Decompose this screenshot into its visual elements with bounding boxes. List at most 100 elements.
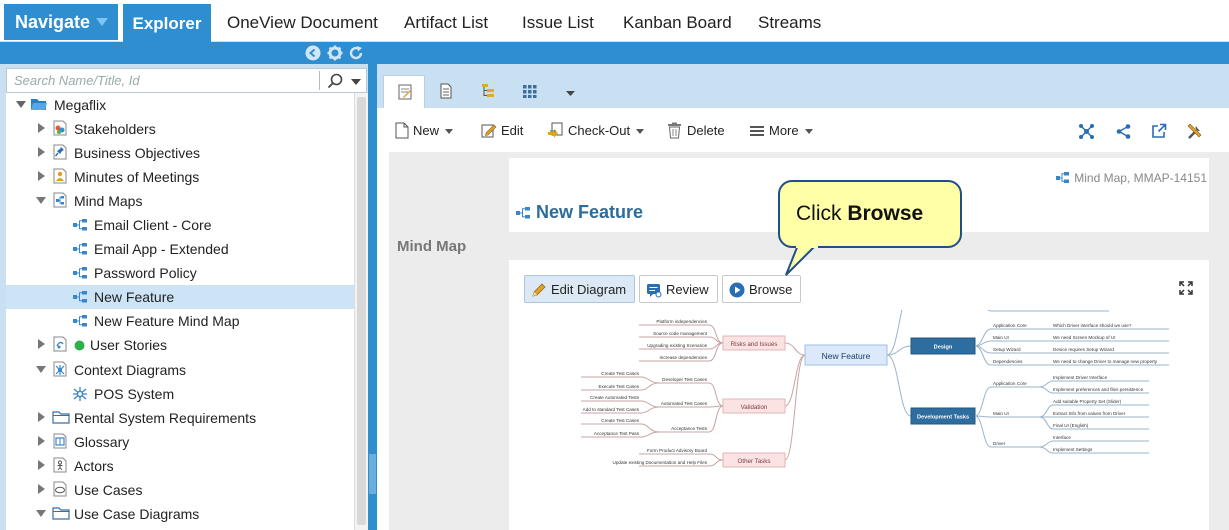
artifact-view: New Edit Check-Out Delete More Mind Map …	[377, 64, 1229, 530]
collapsed-arrow-icon[interactable]	[38, 339, 45, 349]
expanded-arrow-icon[interactable]	[16, 101, 26, 109]
review-button[interactable]: Review	[639, 275, 718, 303]
tab-kanban-board[interactable]: Kanban Board	[623, 13, 732, 33]
search-options-chevron-down-icon[interactable]	[351, 79, 361, 85]
mind-map-child-label: Platform independencies	[656, 319, 707, 324]
caret-down-icon	[636, 129, 645, 135]
tree-item-actors[interactable]: Actors	[6, 454, 354, 478]
more-tabs-chevron-down-icon[interactable]	[566, 91, 575, 96]
mind-map-leaf-label: Implement Settings	[1053, 447, 1093, 452]
tab-artifact-list[interactable]: Artifact List	[404, 13, 488, 33]
tree-item-use-cases[interactable]: Use Cases	[6, 478, 354, 502]
artifact-toolbar: New Edit Check-Out Delete More	[377, 108, 1229, 152]
tab-explorer[interactable]: Explorer	[123, 4, 211, 42]
collapsed-arrow-icon[interactable]	[38, 460, 45, 470]
tab-details[interactable]	[383, 75, 425, 108]
mind-map-icon	[516, 207, 530, 219]
share-icon[interactable]	[1116, 124, 1131, 139]
tree-item-new-feature[interactable]: New Feature	[6, 285, 354, 309]
tab-issue-list[interactable]: Issue List	[522, 13, 594, 33]
mind-map-canvas[interactable]: New Feature Risks and Issues Platform inde…	[509, 310, 1209, 530]
search-icon[interactable]	[327, 73, 343, 89]
network-icon[interactable]	[1078, 123, 1095, 140]
stakeholders-icon	[53, 120, 67, 136]
tab-streams[interactable]: Streams	[758, 13, 821, 33]
tab-grid[interactable]	[509, 75, 551, 108]
mind-map-edge	[987, 310, 992, 312]
mind-map-leaf-label: Execute Test Cases	[598, 384, 639, 389]
navigate-menu-button[interactable]: Navigate	[4, 4, 118, 40]
mind-map-edge	[784, 354, 806, 407]
expanded-arrow-icon[interactable]	[36, 197, 46, 205]
mind-map-branch-label: Design	[934, 345, 953, 351]
fullscreen-icon[interactable]	[1179, 281, 1193, 295]
mind-map-icon	[73, 315, 87, 327]
tree-item-minutes-of-meetings[interactable]: Minutes of Meetings	[6, 165, 354, 189]
instruction-callout: Click Browse	[778, 180, 962, 248]
callout-emphasis: Browse	[847, 202, 924, 225]
new-button[interactable]: New	[395, 122, 454, 139]
tab-document[interactable]	[425, 75, 467, 108]
mind-map-folder-icon	[53, 192, 67, 208]
collapsed-arrow-icon[interactable]	[38, 484, 45, 494]
mind-map-child-label: Increase dependencies	[659, 355, 707, 360]
edit-button[interactable]: Edit	[481, 123, 523, 138]
mind-map-leaf-label: Acceptance Test Pass	[594, 431, 640, 436]
tree-item-label: Megaflix	[54, 97, 107, 113]
tree-scrollbar[interactable]	[354, 93, 368, 530]
tree-item-rental-system-requirements[interactable]: Rental System Requirements	[6, 406, 354, 430]
mind-map-branch-label: Development Tasks	[917, 415, 969, 421]
collapsed-arrow-icon[interactable]	[38, 147, 45, 157]
delete-button[interactable]: Delete	[667, 122, 725, 139]
tree-item-password-policy[interactable]: Password Policy	[6, 261, 354, 285]
mind-map-edge	[640, 423, 660, 433]
collapsed-arrow-icon[interactable]	[38, 123, 45, 133]
tree-item-use-case-diagrams[interactable]: Use Case Diagrams	[6, 502, 354, 526]
mind-map-leaf-label: Create Test Cases	[601, 371, 639, 376]
collapse-left-icon[interactable]	[305, 45, 321, 61]
tree-item-mind-maps[interactable]: Mind Maps	[6, 189, 354, 213]
tree-item-email-app-extended[interactable]: Email App - Extended	[6, 237, 354, 261]
artifact-type-id: Mind Map, MMAP-14151	[1055, 171, 1207, 185]
mind-map-edge	[1038, 404, 1054, 418]
tree-item-email-client-core[interactable]: Email Client - Core	[6, 213, 354, 237]
tree-item-megaflix[interactable]: Megaflix	[6, 93, 354, 117]
browse-label: Browse	[749, 282, 793, 297]
gear-icon[interactable]	[327, 45, 343, 61]
tree-item-pos-system[interactable]: POS System	[6, 382, 354, 406]
refresh-icon[interactable]	[348, 45, 364, 61]
tree-item-new-feature-mind-map[interactable]: New Feature Mind Map	[6, 309, 354, 333]
tab-hierarchy[interactable]	[467, 75, 509, 108]
browse-button[interactable]: Browse	[722, 275, 802, 303]
review-icon	[647, 284, 662, 298]
edit-diagram-button[interactable]: Edit Diagram	[524, 275, 636, 303]
collapsed-arrow-icon[interactable]	[38, 171, 45, 181]
artifact-title-text: New Feature	[536, 202, 644, 222]
more-button[interactable]: More	[750, 123, 813, 138]
menu-icon	[750, 126, 764, 136]
user-stories-icon	[53, 336, 67, 352]
check-out-button[interactable]: Check-Out	[547, 122, 645, 138]
tree-item-user-stories[interactable]: User Stories	[6, 333, 354, 357]
open-in-new-window-icon[interactable]	[1151, 123, 1167, 139]
mind-map-icon	[1056, 172, 1070, 183]
tools-icon[interactable]	[1186, 123, 1203, 140]
tree-item-stakeholders[interactable]: Stakeholders	[6, 117, 354, 141]
panel-splitter[interactable]	[368, 64, 377, 530]
new-document-icon	[395, 122, 409, 139]
scrollbar-thumb[interactable]	[357, 97, 366, 525]
expanded-arrow-icon[interactable]	[36, 510, 46, 518]
mind-map-edge	[708, 459, 724, 467]
collapsed-arrow-icon[interactable]	[38, 436, 45, 446]
expanded-arrow-icon[interactable]	[36, 366, 46, 374]
tab-oneview-document[interactable]: OneView Document	[227, 13, 378, 33]
tree-item-business-objectives[interactable]: Business Objectives	[6, 141, 354, 165]
tree-item-glossary[interactable]: Glossary	[6, 430, 354, 454]
context-diagram-icon	[73, 387, 87, 401]
collapsed-arrow-icon[interactable]	[38, 412, 45, 422]
folder-icon	[52, 411, 70, 424]
mind-map-leaf-label: Which Driver interface should we use?	[1053, 323, 1132, 328]
splitter-handle[interactable]	[369, 454, 376, 494]
tree-item-context-diagrams[interactable]: Context Diagrams	[6, 358, 354, 382]
search-input[interactable]	[7, 69, 317, 92]
